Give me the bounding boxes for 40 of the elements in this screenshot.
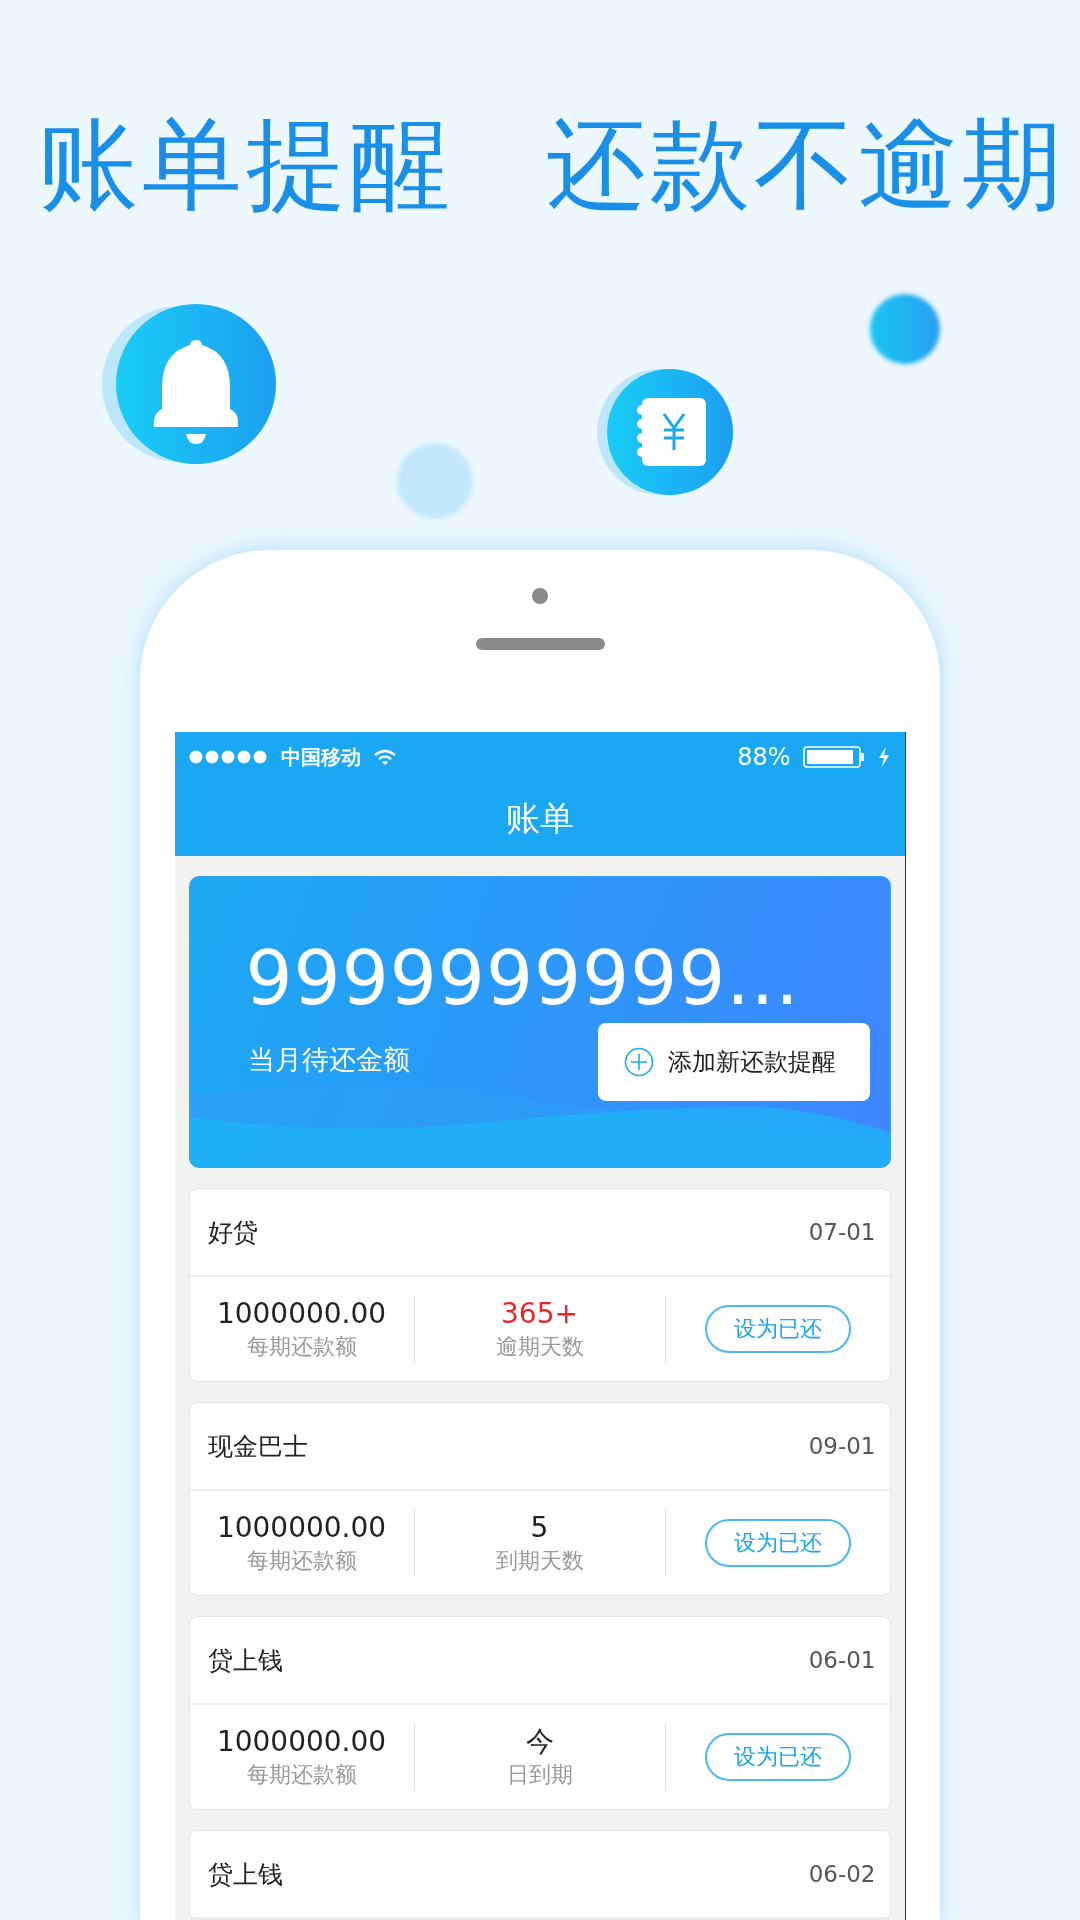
- days-value: 5: [530, 1510, 549, 1546]
- days-label: 到期天数: [495, 1547, 584, 1575]
- speaker-icon: [475, 638, 605, 650]
- notebook-icon: [596, 368, 736, 496]
- days-value: 365+: [501, 1296, 578, 1332]
- battery-percent: 88%: [737, 743, 791, 771]
- mark-paid-button[interactable]: 设为已还: [704, 1519, 851, 1567]
- charging-icon: [876, 746, 891, 768]
- total-amount-label: 当月待还金额: [247, 1043, 410, 1077]
- days-label: 日到期: [506, 1761, 573, 1789]
- wifi-icon: [372, 748, 397, 766]
- payment-amount: 1000000.00: [216, 1510, 387, 1546]
- signal-icon: [188, 750, 269, 764]
- headline-text: 账单提醒: [38, 105, 454, 225]
- carrier-name: 中国移动: [280, 743, 361, 771]
- battery-icon: [802, 746, 865, 768]
- mark-paid-button[interactable]: 设为已还: [704, 1305, 851, 1353]
- bell-icon: [102, 302, 278, 466]
- headline-text: 还款不逾期: [546, 105, 1066, 225]
- lender-name: 现金巴士: [207, 1430, 308, 1463]
- due-date: 06-02: [808, 1861, 876, 1887]
- due-date: 09-01: [808, 1433, 876, 1459]
- payment-amount-label: 每期还款额: [246, 1547, 357, 1575]
- mark-paid-button[interactable]: 设为已还: [704, 1733, 851, 1781]
- payment-amount-label: 每期还款额: [246, 1761, 357, 1789]
- camera-icon: [532, 588, 548, 604]
- payment-amount-label: 每期还款额: [246, 1333, 357, 1361]
- payment-amount: 1000000.00: [216, 1724, 387, 1760]
- total-amount: 9999999999...: [245, 935, 800, 1021]
- due-date: 07-01: [808, 1219, 876, 1245]
- plus-icon: [623, 1047, 654, 1077]
- lender-name: 好贷: [207, 1216, 258, 1249]
- add-reminder-button[interactable]: 添加新还款提醒: [597, 1023, 870, 1101]
- page-title: 账单: [505, 797, 574, 840]
- days-label: 逾期天数: [495, 1333, 584, 1361]
- days-value: 今: [525, 1724, 554, 1760]
- lender-name: 贷上钱: [207, 1644, 283, 1677]
- lender-name: 贷上钱: [207, 1858, 283, 1891]
- due-date: 06-01: [808, 1647, 876, 1673]
- payment-amount: 1000000.00: [216, 1296, 387, 1332]
